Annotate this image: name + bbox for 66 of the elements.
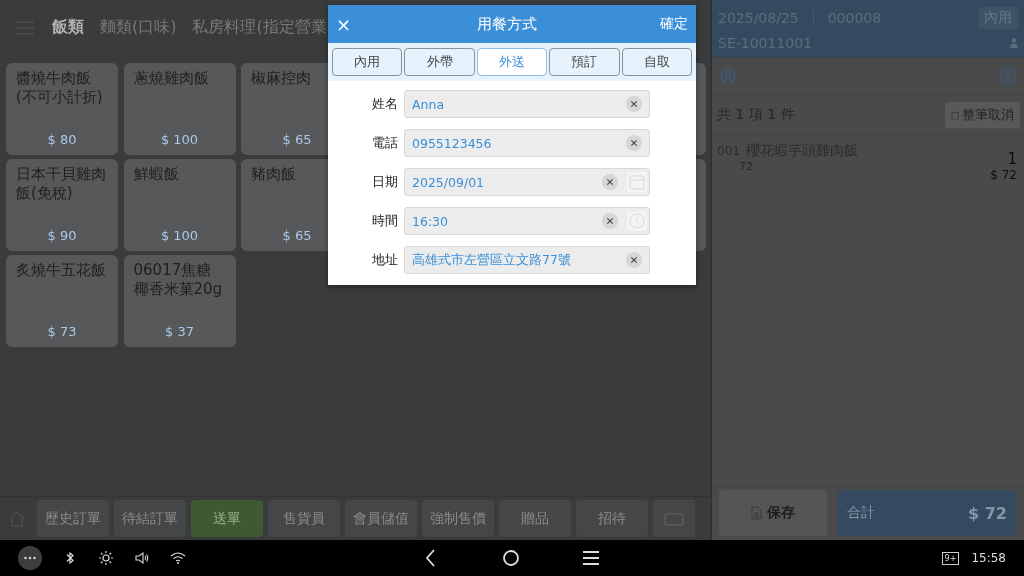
product-name: 06017焦糖椰香米菓20g bbox=[133, 261, 224, 299]
dining-mode-tab[interactable]: 自取 bbox=[621, 48, 693, 76]
clock-time: 15:58 bbox=[971, 551, 1006, 565]
brightness-icon[interactable] bbox=[98, 550, 114, 566]
product-price: $ 100 bbox=[159, 132, 200, 147]
item-amount: $ 72 bbox=[990, 168, 1017, 182]
product-price: $ 90 bbox=[46, 228, 78, 243]
product-card[interactable]: 炙燒牛五花飯 $ 73 bbox=[6, 255, 118, 347]
close-button[interactable]: × bbox=[334, 13, 354, 35]
dining-mode-tab[interactable]: 外帶 bbox=[404, 48, 475, 76]
trash-icon bbox=[951, 110, 959, 120]
toolbar-button[interactable]: 歷史訂單 bbox=[37, 500, 109, 537]
toolbar-button[interactable]: 送單 bbox=[191, 500, 263, 537]
product-price: $ 73 bbox=[46, 324, 78, 339]
input-field[interactable]: 高雄式市左營區立文路77號 bbox=[404, 246, 650, 274]
field-label: 時間 bbox=[371, 212, 398, 230]
category-tab[interactable]: 私房料理(指定營業 bbox=[192, 17, 327, 38]
category-tab[interactable]: 飯類 bbox=[52, 17, 84, 38]
toolbar-button[interactable]: 贈品 bbox=[499, 500, 571, 537]
field-label: 電話 bbox=[371, 134, 398, 152]
clear-icon[interactable] bbox=[601, 212, 619, 230]
field-label: 日期 bbox=[371, 173, 398, 191]
save-button[interactable]: 保存 bbox=[719, 490, 827, 536]
category-tab[interactable]: 麵類(口味) bbox=[100, 17, 177, 38]
product-name: 豬肉飯 bbox=[251, 165, 297, 184]
confirm-button[interactable]: 確定 bbox=[660, 15, 688, 33]
product-card[interactable]: 06017焦糖椰香米菓20g $ 37 bbox=[123, 255, 236, 347]
volume-icon[interactable] bbox=[134, 550, 150, 566]
field-label: 地址 bbox=[371, 251, 398, 269]
product-price: $ 37 bbox=[164, 324, 195, 339]
product-card[interactable]: 鮮蝦飯 $ 100 bbox=[123, 159, 236, 251]
input-field[interactable]: 16:30 bbox=[404, 207, 650, 235]
dining-mode-tab[interactable]: 外送 bbox=[476, 48, 548, 76]
product-name: 蔥燒雞肉飯 bbox=[133, 69, 210, 88]
input-field[interactable]: 0955123456 bbox=[404, 129, 650, 157]
item-quantity: 1 bbox=[1007, 150, 1017, 168]
notification-count[interactable]: 9+ bbox=[941, 551, 960, 565]
input-field[interactable]: Anna bbox=[404, 90, 650, 118]
clear-icon[interactable] bbox=[625, 251, 643, 269]
home-icon[interactable] bbox=[500, 547, 522, 569]
dialog-title: 用餐方式 bbox=[476, 14, 537, 34]
input-field[interactable]: 2025/09/01 bbox=[404, 168, 650, 196]
clear-icon[interactable] bbox=[601, 173, 619, 191]
product-name: 炙燒牛五花飯 bbox=[16, 261, 107, 280]
product-name: 鮮蝦飯 bbox=[133, 165, 180, 184]
product-name: 椒麻控肉 bbox=[251, 69, 312, 88]
product-price: $ 65 bbox=[281, 228, 313, 243]
dining-mode-tab[interactable]: 內用 bbox=[332, 48, 403, 76]
dining-mode-tab[interactable]: 預訂 bbox=[549, 48, 620, 76]
field-label: 姓名 bbox=[371, 95, 398, 113]
product-price: $ 80 bbox=[46, 132, 78, 147]
toolbar-button[interactable]: 招待 bbox=[576, 500, 648, 537]
product-price: $ 65 bbox=[281, 132, 313, 147]
product-price: $ 100 bbox=[159, 228, 200, 243]
clear-icon[interactable] bbox=[625, 95, 643, 113]
toolbar-button[interactable]: 強制售價 bbox=[422, 500, 494, 537]
person-icon bbox=[1010, 37, 1018, 48]
document-icon bbox=[751, 506, 762, 520]
product-card[interactable]: 蔥燒雞肉飯 $ 100 bbox=[123, 63, 236, 155]
clear-icon[interactable] bbox=[625, 134, 643, 152]
toolbar-button[interactable]: 待結訂單 bbox=[114, 500, 186, 537]
toolbar-button[interactable]: 會員儲值 bbox=[345, 500, 417, 537]
wifi-icon[interactable] bbox=[170, 550, 186, 566]
total-button[interactable]: 合計 $ 72 bbox=[837, 490, 1017, 536]
more-icon[interactable] bbox=[18, 546, 42, 570]
toolbar-button[interactable]: 售貨員 bbox=[268, 500, 340, 537]
